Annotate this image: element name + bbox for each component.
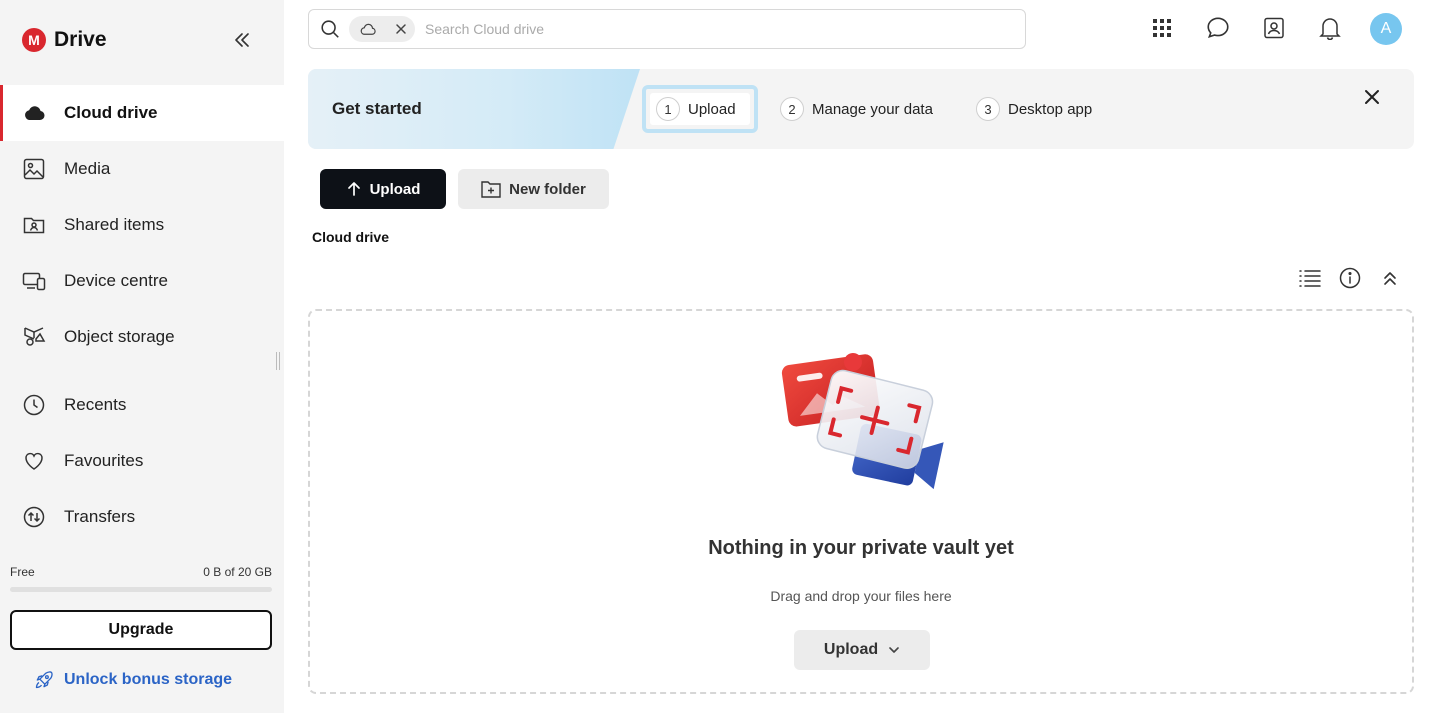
sidebar-item-label: Recents xyxy=(64,395,127,414)
step-upload[interactable]: 1 Upload xyxy=(642,85,758,133)
upload-button[interactable]: Upload xyxy=(320,169,446,209)
chat-icon xyxy=(1207,17,1229,38)
object-storage-icon xyxy=(22,325,46,349)
contacts-button[interactable] xyxy=(1260,14,1288,42)
breadcrumb[interactable]: Cloud drive xyxy=(312,229,389,245)
cloud-icon xyxy=(22,101,46,125)
sidebar-item-label: Transfers xyxy=(64,507,136,526)
chevron-down-icon xyxy=(888,646,900,654)
sidebar-item-device-centre[interactable]: Device centre xyxy=(0,253,284,309)
sidebar-item-label: Object storage xyxy=(64,327,175,346)
sidebar-item-media[interactable]: Media xyxy=(0,141,284,197)
info-button[interactable] xyxy=(1338,266,1362,290)
devices-icon xyxy=(22,269,46,293)
empty-vault-illustration xyxy=(781,352,944,490)
search-icon xyxy=(319,18,341,40)
unlock-bonus-storage-label: Unlock bonus storage xyxy=(64,671,233,688)
app-title: Drive xyxy=(54,28,107,51)
apps-grid-button[interactable] xyxy=(1148,14,1176,42)
notifications-button[interactable] xyxy=(1316,14,1344,42)
empty-state-subtitle: Drag and drop your files here xyxy=(770,588,952,604)
step-manage-your-data[interactable]: 2 Manage your data xyxy=(780,85,933,133)
bell-icon xyxy=(1319,18,1341,40)
get-started-banner: Get started 1 Upload 2 Manage your data … xyxy=(308,69,1414,149)
sidebar-item-label: Favourites xyxy=(64,451,144,470)
upgrade-button[interactable]: Upgrade xyxy=(10,610,272,650)
sidebar: M Drive Cloud drive Media Shared items D… xyxy=(0,0,284,713)
list-view-icon xyxy=(1299,270,1321,287)
mega-logo: M xyxy=(22,28,46,52)
step-label: Desktop app xyxy=(1008,100,1093,118)
sidebar-item-label: Media xyxy=(64,159,111,178)
drop-zone[interactable]: Nothing in your private vault yet Drag a… xyxy=(308,309,1414,694)
sidebar-item-favourites[interactable]: Favourites xyxy=(0,433,284,489)
step-number: 1 xyxy=(656,97,680,121)
collapse-banner-button[interactable] xyxy=(1378,266,1402,290)
unlock-bonus-storage-link[interactable]: Unlock bonus storage xyxy=(34,670,232,690)
chat-button[interactable] xyxy=(1204,14,1232,42)
close-banner-button[interactable] xyxy=(1360,85,1384,109)
upload-dropdown-label: Upload xyxy=(823,641,879,658)
plan-label: Free xyxy=(10,565,35,579)
storage-usage: Free 0 B of 20 GB xyxy=(10,565,272,592)
image-icon xyxy=(22,157,46,181)
empty-state-title: Nothing in your private vault yet xyxy=(708,537,1014,559)
upload-button-label: Upload xyxy=(369,180,421,198)
step-desktop-app[interactable]: 3 Desktop app xyxy=(976,85,1092,133)
heart-icon xyxy=(22,449,46,473)
arrow-up-icon xyxy=(347,182,360,196)
new-folder-button-label: New folder xyxy=(509,180,586,198)
list-view-button[interactable] xyxy=(1298,266,1322,290)
sidebar-item-cloud-drive[interactable]: Cloud drive xyxy=(0,85,284,141)
folder-plus-icon xyxy=(481,181,501,198)
info-icon xyxy=(1339,267,1361,289)
banner-title: Get started xyxy=(332,99,422,118)
avatar[interactable]: A xyxy=(1370,13,1402,45)
apps-grid-icon xyxy=(1153,19,1171,37)
double-chevron-left-icon xyxy=(235,33,249,47)
search-scope-chip[interactable] xyxy=(349,16,415,42)
step-number: 2 xyxy=(780,97,804,121)
close-icon[interactable] xyxy=(395,23,407,35)
sidebar-item-shared-items[interactable]: Shared items xyxy=(0,197,284,253)
search-bar[interactable] xyxy=(308,9,1026,49)
shared-folder-icon xyxy=(22,213,46,237)
brand[interactable]: M Drive xyxy=(22,28,107,52)
step-label: Manage your data xyxy=(812,100,933,118)
sidebar-item-label: Shared items xyxy=(64,215,165,234)
clock-icon xyxy=(22,393,46,417)
sidebar-item-label: Cloud drive xyxy=(64,103,158,122)
close-icon xyxy=(1365,90,1379,104)
storage-progress-bar xyxy=(10,587,272,592)
collapse-sidebar-button[interactable] xyxy=(228,26,256,54)
transfers-icon xyxy=(22,505,46,529)
storage-usage-text: 0 B of 20 GB xyxy=(203,565,272,579)
rocket-icon xyxy=(35,671,53,689)
step-number: 3 xyxy=(976,97,1000,121)
step-label: Upload xyxy=(688,100,736,118)
new-folder-button[interactable]: New folder xyxy=(458,169,609,209)
sidebar-item-label: Device centre xyxy=(64,271,168,290)
app: M Drive Cloud drive Media Shared items D… xyxy=(0,0,1434,713)
sidebar-resize-handle[interactable] xyxy=(275,352,281,370)
contacts-icon xyxy=(1264,17,1284,39)
upload-dropdown-button[interactable]: Upload xyxy=(794,630,930,670)
sidebar-item-recents[interactable]: Recents xyxy=(0,377,284,433)
search-input[interactable] xyxy=(425,21,985,37)
cloud-icon xyxy=(360,23,376,35)
sidebar-item-object-storage[interactable]: Object storage xyxy=(0,309,284,365)
double-chevron-up-icon xyxy=(1384,272,1396,285)
sidebar-item-transfers[interactable]: Transfers xyxy=(0,489,284,545)
